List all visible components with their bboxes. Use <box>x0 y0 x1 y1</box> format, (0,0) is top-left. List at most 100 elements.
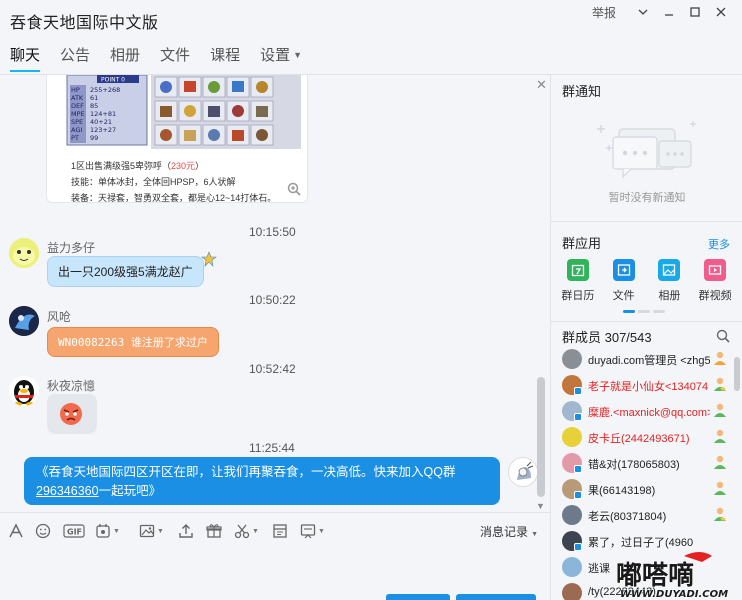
member-name: 老云(80371804) <box>588 511 667 523</box>
message-text: 一起玩吧》 <box>98 484 162 498</box>
admin-badge-icon <box>714 377 726 391</box>
avatar <box>562 427 582 447</box>
history-label: 消息记录 <box>480 525 529 539</box>
chevron-down-icon: ▼ <box>113 527 120 535</box>
card-line-end: ） <box>195 161 205 171</box>
pager-dot[interactable] <box>653 310 665 313</box>
member-row[interactable]: 错&对(178065803) <box>551 451 742 477</box>
stat-value: 85 <box>90 102 98 110</box>
member-badge-icon <box>714 481 726 495</box>
apps-more-link[interactable]: 更多 <box>708 236 730 252</box>
tab-label: 聊天 <box>10 47 41 64</box>
group-apps: 群日历 文件 相册 群视频 <box>551 259 742 303</box>
zoom-icon[interactable] <box>287 182 301 196</box>
stat-title: POINT 0 <box>101 77 125 84</box>
message-bubble[interactable]: WN00082263 谁注册了求过户 <box>47 327 219 357</box>
message-time: 10:50:22 <box>249 293 296 307</box>
chevron-down-icon: ▼ <box>293 50 303 60</box>
gift-icon[interactable] <box>206 521 222 541</box>
pager-dot[interactable] <box>638 310 650 313</box>
input-toolbar: GIF ▼ ▼ ▼ ▼ 消息记录 ▼ <box>0 512 550 548</box>
stat-label: DEF <box>71 102 84 110</box>
maximize-icon[interactable] <box>682 3 708 21</box>
dropdown-icon[interactable] <box>630 3 656 21</box>
card-text-line: 技能：单体冰封，全体回HPSP，6人状解 <box>71 177 236 187</box>
chat-scrollbar[interactable]: ✕ ▼ <box>534 75 550 512</box>
app-label: 群日历 <box>561 290 595 302</box>
app-label: 文件 <box>612 290 635 302</box>
tab-files[interactable]: 文件 <box>150 38 200 74</box>
member-row[interactable]: 皮卡丘(2442493671) <box>551 425 742 451</box>
tab-label: 相册 <box>110 47 141 64</box>
message-time: 11:25:44 <box>249 441 295 455</box>
main-tabs: 聊天 公告 相册 文件 课程 设置 ▼ <box>0 38 312 74</box>
avatar[interactable] <box>9 376 39 406</box>
image-icon[interactable]: ▼ <box>139 521 164 541</box>
own-message-bubble[interactable]: 《吞食天地国际四区开区在即，让我们再聚吞食，一决高低。快来加入QQ群 296346… <box>24 457 500 505</box>
tab-chat[interactable]: 聊天 <box>0 38 50 74</box>
upload-file-icon[interactable] <box>178 521 194 541</box>
more-tools-icon[interactable]: ▼ <box>300 521 325 541</box>
message-bubble[interactable]: 出一只200级强5满龙赵广 <box>47 256 204 287</box>
app-calendar[interactable]: 群日历 <box>556 259 600 303</box>
send-button[interactable] <box>456 594 536 600</box>
tab-announcement[interactable]: 公告 <box>50 38 100 74</box>
divider <box>551 221 742 222</box>
member-row[interactable]: 老子就是小仙女<134074 <box>551 373 742 399</box>
empty-notice-illustration <box>597 121 696 179</box>
admin-badge-icon <box>714 507 726 521</box>
tab-label: 课程 <box>210 47 241 64</box>
watermark-url: WWW.DUYADI.COM <box>620 589 728 600</box>
app-album[interactable]: 相册 <box>647 259 691 303</box>
chevron-down-icon: ▼ <box>531 531 538 538</box>
app-video[interactable]: 群视频 <box>693 259 737 303</box>
member-row[interactable]: 老云(80371804) <box>551 503 742 529</box>
sticker-message[interactable] <box>47 394 97 434</box>
member-row[interactable]: 糜鹿.<maxnick@qq.com> <box>551 399 742 425</box>
group-number-link[interactable]: 296346360 <box>36 484 99 498</box>
device-badge-icon <box>574 387 582 395</box>
avatar <box>562 557 582 577</box>
history-chat-icon[interactable] <box>272 521 288 541</box>
window-title: 吞食天地国际中文版 <box>10 15 159 32</box>
stat-value: 124+81 <box>90 110 116 118</box>
member-row[interactable]: 果(66143198) <box>551 477 742 503</box>
close-icon[interactable] <box>708 3 734 21</box>
member-list-scrollbar[interactable] <box>734 357 740 391</box>
close-button[interactable] <box>386 594 450 600</box>
chevron-down-icon[interactable]: ▼ <box>536 501 545 511</box>
search-icon[interactable] <box>716 329 730 343</box>
sender-nickname[interactable]: 益力多仔 <box>47 239 95 256</box>
chat-message-area[interactable]: POINT 0 HP ATK DEF MPE SPE AGI PT 255+26… <box>0 75 550 512</box>
message-input[interactable] <box>0 548 550 600</box>
minimize-icon[interactable] <box>656 3 682 21</box>
image-message[interactable]: POINT 0 HP ATK DEF MPE SPE AGI PT 255+26… <box>46 75 308 203</box>
magic-expression-icon[interactable]: ▼ <box>95 521 120 541</box>
report-button[interactable]: 举报 <box>592 4 616 21</box>
gif-icon[interactable]: GIF <box>63 521 85 541</box>
avatar[interactable] <box>9 238 39 268</box>
sender-nickname[interactable]: 风呛 <box>47 308 71 325</box>
stat-label: HP <box>71 86 80 94</box>
scrollbar-thumb[interactable] <box>537 377 545 497</box>
tab-courses[interactable]: 课程 <box>200 38 250 74</box>
close-icon[interactable]: ✕ <box>536 77 547 93</box>
stat-value: 123+27 <box>90 126 116 134</box>
pager-dot[interactable] <box>623 310 635 313</box>
device-badge-icon <box>574 465 582 473</box>
device-badge-icon <box>574 413 582 421</box>
member-row[interactable]: duyadi.com管理员 <zhg5 <box>551 347 742 373</box>
message-history-button[interactable]: 消息记录 ▼ <box>480 523 538 540</box>
tab-label: 设置 <box>260 47 291 64</box>
tab-album[interactable]: 相册 <box>100 38 150 74</box>
sender-nickname[interactable]: 秋夜凉憶 <box>47 377 95 394</box>
app-files[interactable]: 文件 <box>602 259 646 303</box>
avatar[interactable] <box>9 306 39 336</box>
avatar <box>562 505 582 525</box>
game-screenshot: POINT 0 HP ATK DEF MPE SPE AGI PT 255+26… <box>65 75 301 149</box>
message-time: 10:52:42 <box>249 362 296 376</box>
tab-settings[interactable]: 设置 ▼ <box>250 38 312 74</box>
emoji-icon[interactable] <box>35 521 51 541</box>
font-icon[interactable] <box>8 521 24 541</box>
screenshot-scissors-icon[interactable]: ▼ <box>234 521 259 541</box>
